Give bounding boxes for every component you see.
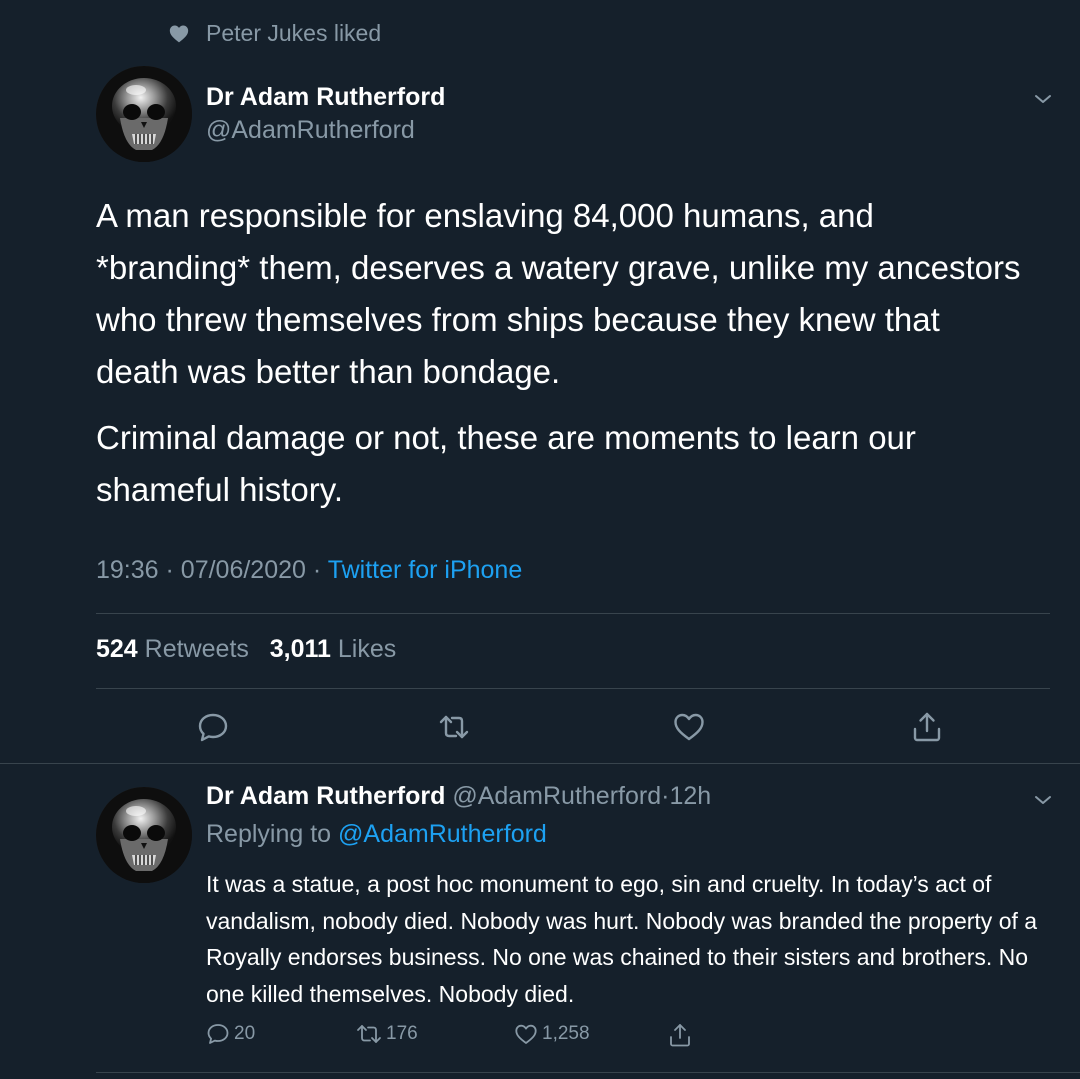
skull-avatar-image [96,66,192,162]
divider [96,1072,1080,1073]
likes-stat[interactable]: 3,011 Likes [270,635,397,663]
divider [0,763,1080,764]
reply-avatar[interactable] [96,787,192,883]
retweets-count: 524 [96,635,138,663]
retweets-label: Retweets [144,635,249,663]
retweet-icon[interactable] [437,710,471,744]
heart-icon [168,22,190,44]
tweet-date[interactable]: 07/06/2020 [181,556,306,584]
divider [96,613,1050,614]
reply-icon[interactable] [196,710,230,744]
retweet-count: 176 [386,1023,418,1044]
reply-count: 20 [234,1023,256,1044]
retweet-icon [357,1025,381,1043]
chevron-down-icon[interactable] [1031,788,1055,812]
replying-prefix: Replying to [206,820,332,848]
like-icon[interactable] [672,710,706,744]
reply-like-action[interactable]: 1,258 [514,1022,590,1046]
tweet-paragraph: A man responsible for enslaving 84,000 h… [96,197,1021,390]
replying-handle-link[interactable]: @AdamRutherford [338,820,547,848]
reply-retweet-action[interactable]: 176 [356,1022,418,1046]
social-context-text: Peter Jukes liked [206,19,382,46]
reply-author-handle[interactable]: @AdamRutherford [452,782,661,810]
meta-separator: · [312,556,322,584]
reply-time[interactable]: 12h [669,782,711,810]
share-icon [670,1024,690,1047]
author-name[interactable]: Dr Adam Rutherford [206,83,445,112]
meta-separator: · [165,556,174,584]
reply-reply-action[interactable]: 20 [206,1022,255,1046]
divider [96,688,1050,689]
like-count: 1,258 [542,1023,590,1044]
likes-count: 3,011 [269,635,331,663]
author-handle[interactable]: @AdamRutherford [206,116,415,145]
like-icon [515,1024,537,1044]
avatar[interactable] [96,66,192,162]
social-context: Peter Jukes liked [168,18,381,48]
tweet-stats: 524 Retweets 3,011 Likes [96,635,396,664]
likes-label: Likes [337,635,397,663]
reply-header: Dr Adam Rutherford @AdamRutherford·12h [206,782,711,811]
reply-text: It was a statue, a post hoc monument to … [206,871,1038,1007]
tweet-time[interactable]: 19:36 [96,556,159,584]
reply-author-name[interactable]: Dr Adam Rutherford [206,782,445,810]
reply-icon [207,1024,229,1044]
replying-to: Replying to @AdamRutherford [206,820,547,849]
retweets-stat[interactable]: 524 Retweets [96,635,249,663]
tweet-source-link[interactable]: Twitter for iPhone [328,556,523,584]
tweet-meta: 19:36 · 07/06/2020 · Twitter for iPhone [96,556,522,585]
reply-share-action[interactable] [668,1022,696,1048]
chevron-down-icon[interactable] [1031,87,1055,111]
tweet-text: A man responsible for enslaving 84,000 h… [96,190,1026,516]
tweet-paragraph: Criminal damage or not, these are moment… [96,419,916,508]
skull-avatar-image [96,787,192,883]
share-icon[interactable] [910,710,944,744]
